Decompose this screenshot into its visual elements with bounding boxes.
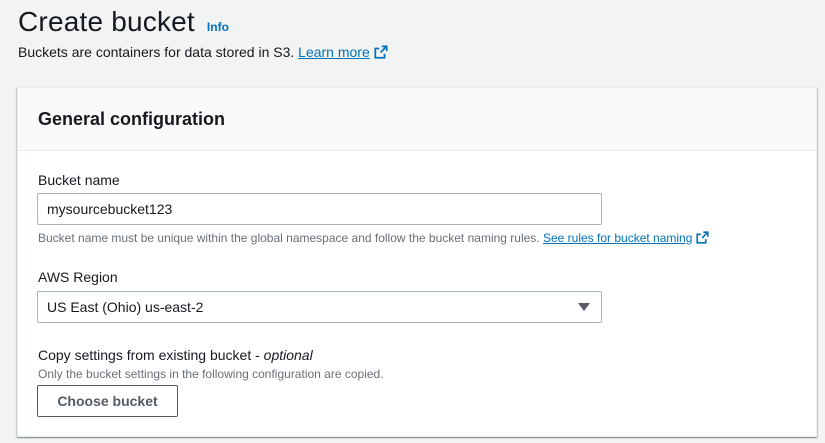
learn-more-link[interactable]: Learn more bbox=[298, 44, 388, 60]
aws-region-select[interactable]: US East (Ohio) us-east-2 bbox=[37, 291, 602, 323]
bucket-name-input[interactable] bbox=[37, 193, 602, 225]
page-header: Create bucket Info Buckets are container… bbox=[18, 4, 825, 63]
external-link-icon bbox=[696, 231, 709, 248]
page-title: Create bucket bbox=[18, 6, 195, 37]
info-link[interactable]: Info bbox=[207, 20, 229, 34]
optional-label: optional bbox=[263, 347, 313, 363]
page-description-text: Buckets are containers for data stored i… bbox=[18, 44, 295, 60]
panel-header: General configuration bbox=[18, 88, 816, 151]
bucket-name-hint: Bucket name must be unique within the gl… bbox=[38, 230, 709, 248]
copy-settings-hint: Only the bucket settings in the followin… bbox=[38, 367, 384, 381]
bucket-name-input-wrap bbox=[37, 193, 602, 225]
bucket-name-field: Bucket name bbox=[38, 171, 120, 189]
panel-title: General configuration bbox=[38, 108, 226, 129]
copy-settings-label-text: Copy settings from existing bucket - bbox=[38, 347, 264, 363]
bucket-name-label: Bucket name bbox=[38, 172, 120, 188]
learn-more-label: Learn more bbox=[298, 44, 370, 60]
bucket-naming-rules-label: See rules for bucket naming bbox=[542, 231, 693, 245]
external-link-icon bbox=[374, 45, 388, 63]
aws-region-label: AWS Region bbox=[38, 269, 118, 285]
aws-region-selected: US East (Ohio) us-east-2 bbox=[47, 299, 204, 315]
choose-bucket-button[interactable]: Choose bucket bbox=[37, 385, 178, 417]
general-configuration-panel: General configuration Bucket name Bucket… bbox=[17, 87, 817, 437]
bucket-name-hint-text: Bucket name must be unique within the gl… bbox=[38, 231, 540, 245]
copy-settings-label: Copy settings from existing bucket - opt… bbox=[38, 346, 313, 364]
page-description: Buckets are containers for data stored i… bbox=[18, 43, 825, 63]
caret-down-icon bbox=[578, 303, 590, 311]
title-row: Create bucket Info bbox=[18, 4, 825, 40]
bucket-naming-rules-link[interactable]: See rules for bucket naming bbox=[543, 231, 692, 245]
